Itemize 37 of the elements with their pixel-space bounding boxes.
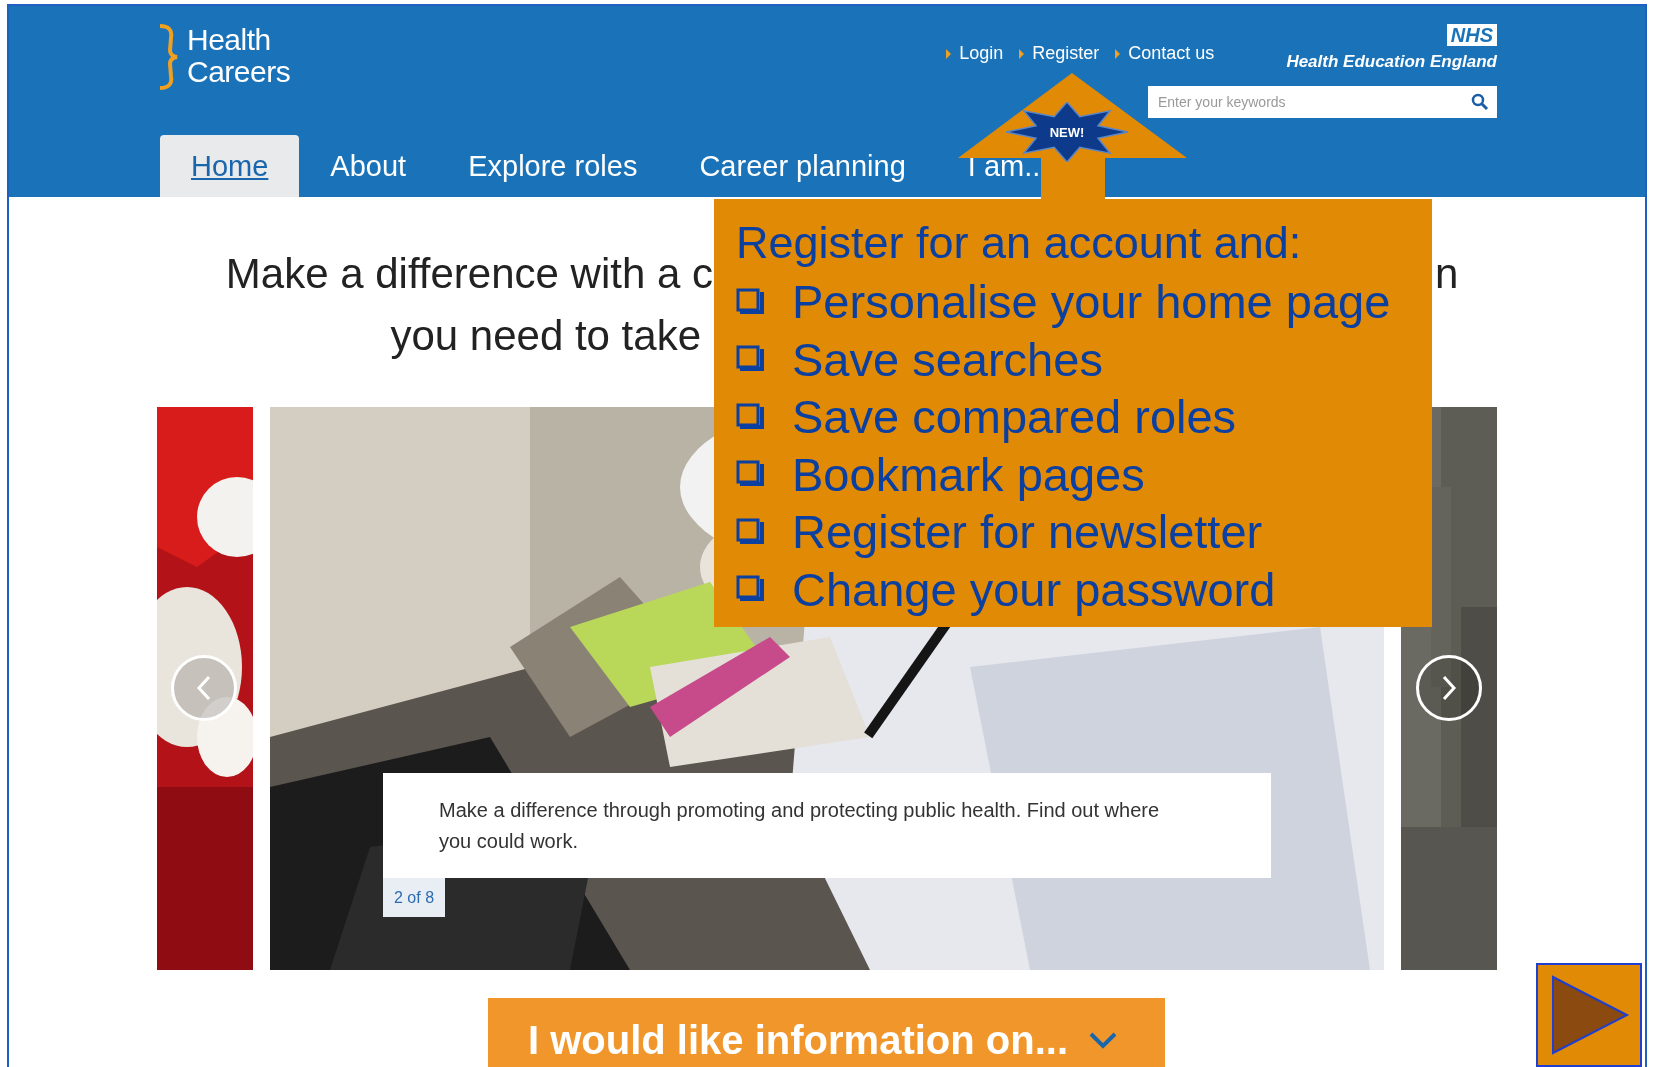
slide-counter: 2 of 8 bbox=[383, 878, 446, 917]
headline-text: you need to take bbox=[389, 311, 701, 361]
checkbox-icon bbox=[736, 460, 764, 489]
checkbox-icon bbox=[736, 575, 764, 604]
bullet-arrow-icon bbox=[946, 48, 952, 59]
checkbox-icon bbox=[736, 287, 764, 316]
checkbox-icon bbox=[736, 402, 764, 431]
search-field[interactable]: Enter your keywords bbox=[1148, 86, 1497, 118]
chevron-down-icon bbox=[1088, 1030, 1118, 1050]
slide-caption: Make a difference through promoting and protecting public health. Find out where you could work. bbox=[383, 773, 1271, 878]
checkbox-icon bbox=[736, 345, 764, 374]
play-button[interactable] bbox=[1536, 963, 1642, 1067]
logo-bracket-icon bbox=[157, 24, 179, 90]
headline-text: Make a difference with a c bbox=[224, 249, 713, 299]
callout-item: Save searches bbox=[792, 331, 1103, 387]
top-link[interactable]: Register bbox=[1019, 43, 1100, 64]
nav-tab[interactable]: Home bbox=[160, 135, 300, 197]
nav-tab[interactable]: About bbox=[299, 151, 438, 181]
callout-item: Change your password bbox=[792, 561, 1276, 617]
callout-item: Register for newsletter bbox=[792, 504, 1263, 560]
search-icon[interactable] bbox=[1471, 93, 1489, 111]
bullet-arrow-icon bbox=[1019, 48, 1025, 59]
callout-title: Register for an account and: bbox=[736, 217, 1303, 269]
callout-item: Save compared roles bbox=[792, 389, 1237, 445]
headline-text: n bbox=[1435, 249, 1459, 299]
nav-tab[interactable]: Career planning bbox=[668, 151, 937, 181]
top-link[interactable]: Contact us bbox=[1115, 43, 1215, 64]
callout-item: Bookmark pages bbox=[792, 446, 1145, 502]
organisation-name: Health Education England bbox=[1286, 52, 1497, 72]
bullet-arrow-icon bbox=[1115, 48, 1121, 59]
nhs-logo: NHS bbox=[1446, 24, 1497, 46]
top-link[interactable]: Login bbox=[946, 43, 1004, 64]
callout-item: Personalise your home page bbox=[792, 274, 1391, 330]
search-input[interactable]: Enter your keywords bbox=[1156, 93, 1471, 111]
site-logo-text[interactable]: Health Careers bbox=[187, 24, 291, 88]
checkbox-icon bbox=[736, 517, 764, 546]
nav-tab[interactable]: Explore roles bbox=[437, 151, 669, 181]
